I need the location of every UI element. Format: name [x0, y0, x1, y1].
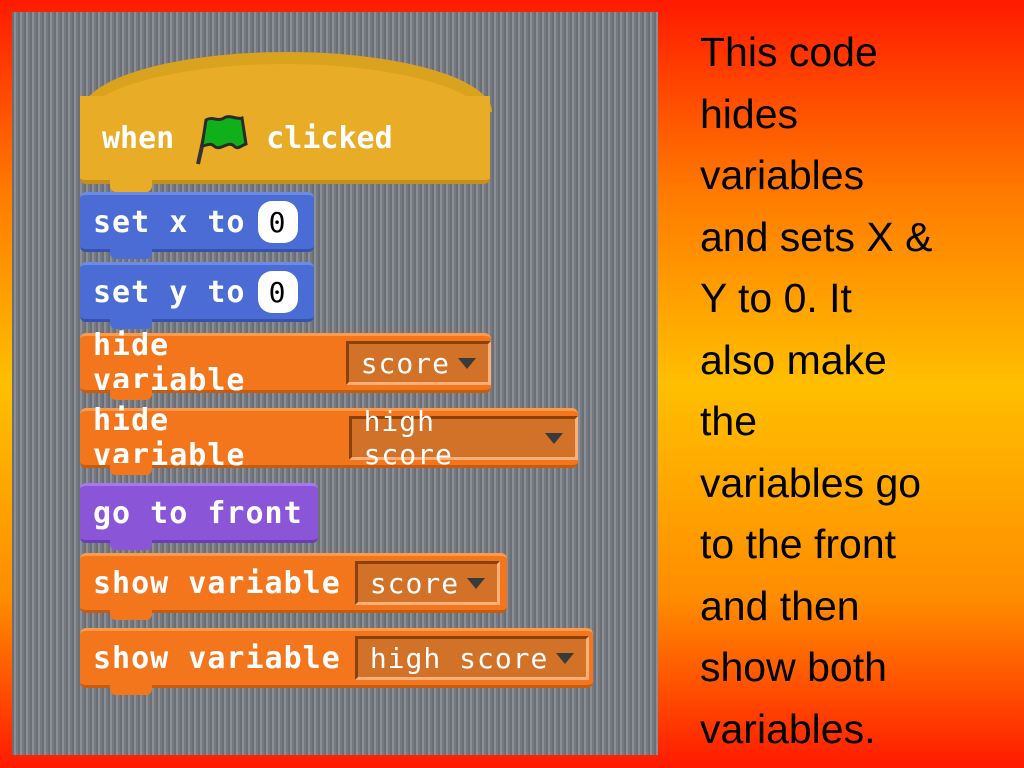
variable-dropdown[interactable]: score — [345, 341, 491, 385]
when-flag-clicked-block[interactable]: when clicked — [80, 52, 492, 192]
description-line: hides — [700, 90, 799, 137]
description-line: the — [700, 398, 757, 444]
go-to-front-block[interactable]: go to front — [80, 483, 318, 550]
show-variable-label: show variable — [93, 565, 341, 601]
set-y-block[interactable]: set y to 0 — [80, 262, 314, 329]
block-notch — [110, 247, 152, 259]
set-x-block[interactable]: set x to 0 — [80, 192, 314, 259]
block-notch — [110, 608, 152, 620]
description-line: Y to 0. It — [700, 275, 852, 321]
description-line: show both — [700, 644, 887, 690]
set-x-label: set x to — [93, 204, 246, 240]
dropdown-value: high score — [369, 641, 549, 675]
green-flag-icon — [196, 115, 248, 165]
hide-variable-high-score-block[interactable]: hide variable high score — [80, 403, 578, 475]
x-value-input[interactable]: 0 — [257, 201, 298, 243]
show-variable-score-block[interactable]: show variable score — [80, 553, 507, 620]
show-variable-label: show variable — [93, 640, 341, 676]
description-line: variables — [700, 152, 865, 198]
description-text: This code hides variables and sets X & Y… — [700, 22, 1000, 760]
variable-dropdown[interactable]: score — [354, 561, 501, 605]
dropdown-caret-icon — [556, 652, 575, 664]
hat-when-label: when — [102, 120, 175, 156]
variable-dropdown[interactable]: high score — [348, 405, 578, 471]
block-notch — [110, 388, 152, 400]
block-notch — [110, 463, 152, 475]
variable-dropdown[interactable]: high score — [354, 636, 590, 680]
description-line: to the front — [700, 521, 897, 567]
description-line: This code — [700, 29, 878, 75]
go-to-front-label: go to front — [93, 495, 303, 531]
set-y-label: set y to — [93, 274, 246, 310]
dropdown-caret-icon — [467, 577, 486, 589]
description-line: and sets X & — [700, 213, 933, 260]
y-value-input[interactable]: 0 — [257, 271, 298, 313]
description-line: variables go — [700, 459, 922, 506]
dropdown-caret-icon — [458, 357, 476, 369]
hat-body: when clicked — [80, 96, 490, 184]
dropdown-value: high score — [363, 405, 453, 471]
hide-variable-score-block[interactable]: hide variable score — [80, 328, 491, 400]
block-notch — [110, 538, 152, 550]
block-notch — [110, 683, 152, 695]
show-variable-high-score-block[interactable]: show variable high score — [80, 628, 593, 695]
hat-notch — [110, 180, 152, 192]
description-line: also make — [700, 336, 887, 383]
hat-clicked-label: clicked — [266, 120, 393, 156]
dropdown-value: score — [360, 346, 450, 380]
description-line: variables. — [700, 705, 876, 752]
dropdown-value: score — [369, 566, 460, 600]
dropdown-caret-icon — [545, 432, 563, 444]
description-line: and then — [700, 582, 860, 629]
